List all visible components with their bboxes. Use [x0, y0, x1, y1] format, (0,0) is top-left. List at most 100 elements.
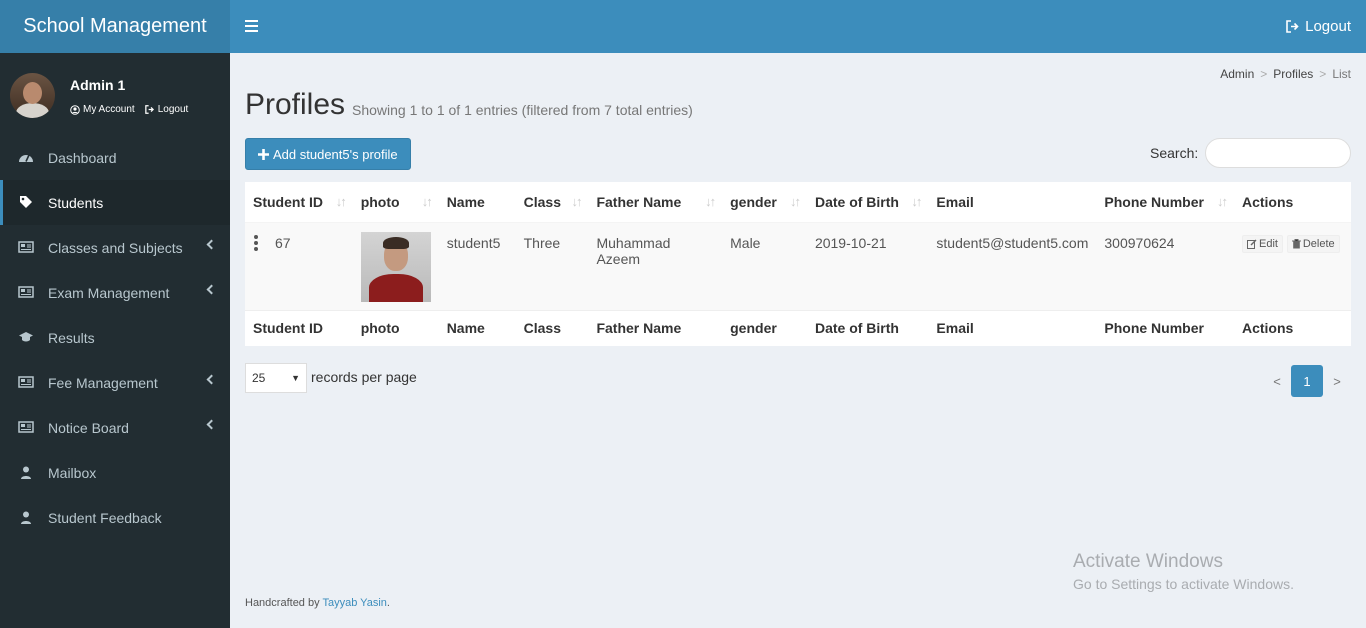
- sidebar-logout-link[interactable]: Logout: [144, 104, 188, 115]
- col-header-father-name[interactable]: Father Name ↓↑: [588, 182, 722, 222]
- newspaper-icon: [18, 420, 34, 434]
- breadcrumb-list: List: [1332, 67, 1351, 81]
- page-subtitle: Showing 1 to 1 of 1 entries (filtered fr…: [352, 102, 693, 118]
- sort-icon: ↓↑: [1216, 194, 1228, 209]
- edit-button[interactable]: Edit: [1241, 234, 1283, 253]
- foot-gender: gender: [722, 309, 807, 346]
- foot-actions: Actions: [1233, 309, 1351, 346]
- user-icon: [18, 510, 34, 524]
- add-profile-label: Add student5's profile: [273, 146, 398, 162]
- table-header-row: Student ID ↓↑ photo ↓↑ Name Class ↓↑ Father…: [245, 182, 1351, 222]
- col-header-gender[interactable]: gender ↓↑: [722, 182, 807, 222]
- footer-prefix: Handcrafted by: [245, 597, 320, 609]
- breadcrumb-separator: >: [1319, 67, 1327, 81]
- menu-toggle-icon[interactable]: [245, 20, 258, 32]
- top-navbar: Logout: [230, 0, 1366, 53]
- newspaper-icon: [18, 240, 34, 254]
- activate-windows-title: Activate Windows: [1073, 551, 1223, 572]
- sidebar-item-notice-board[interactable]: Notice Board: [0, 405, 230, 450]
- col-header-dob[interactable]: Date of Birth ↓↑: [807, 182, 928, 222]
- sidebar-item-dashboard[interactable]: Dashboard: [0, 135, 230, 180]
- app-logo[interactable]: School Management: [0, 0, 230, 53]
- delete-button[interactable]: Delete: [1286, 234, 1340, 253]
- edit-label: Edit: [1258, 237, 1278, 250]
- drag-handle-icon[interactable]: [254, 234, 259, 253]
- sidebar-item-label: Dashboard: [48, 149, 117, 166]
- pagination-prev[interactable]: <: [1263, 365, 1291, 397]
- records-per-page-label: records per page: [311, 369, 417, 385]
- sidebar-item-results[interactable]: Results: [0, 315, 230, 360]
- col-header-student-id[interactable]: Student ID ↓↑: [245, 182, 353, 222]
- cell-gender: Male: [730, 234, 761, 251]
- cell-dob: 2019-10-21: [814, 234, 887, 251]
- sort-icon: ↓↑: [911, 194, 922, 209]
- user-panel: Admin 1 My Account Logout: [0, 53, 230, 135]
- cell-actions: Edit Delete: [1234, 222, 1351, 310]
- sidebar-item-label: Mailbox: [48, 464, 97, 481]
- edit-icon: [1246, 239, 1257, 249]
- sidebar-item-students[interactable]: Students: [0, 180, 230, 225]
- graduation-cap-icon: [18, 330, 34, 344]
- user-links: My Account Logout: [70, 104, 188, 115]
- activate-windows-subtitle: Go to Settings to activate Windows.: [1073, 576, 1294, 592]
- foot-father-name: Father Name: [588, 309, 723, 346]
- page-title: Profiles: [245, 88, 346, 121]
- foot-phone: Phone Number: [1096, 309, 1234, 346]
- footer-author-link[interactable]: Tayyab Yasin: [322, 597, 386, 609]
- cell-email: student5@student5.com: [936, 234, 1089, 251]
- sign-out-icon: [1286, 20, 1299, 33]
- sidebar-item-label: Exam Management: [48, 284, 170, 301]
- breadcrumb-admin[interactable]: Admin: [1220, 67, 1254, 81]
- trash-icon: [1291, 238, 1301, 248]
- cell-phone: 300970624: [1104, 234, 1175, 251]
- foot-student-id: Student ID: [245, 309, 353, 346]
- header-logout-button[interactable]: Logout: [1286, 18, 1351, 35]
- user-circle-icon: [70, 104, 80, 115]
- sidebar-item-mailbox[interactable]: Mailbox: [0, 450, 230, 495]
- cell-student-id: 67: [245, 222, 353, 310]
- user-name: Admin 1: [70, 77, 126, 93]
- breadcrumb-profiles[interactable]: Profiles: [1273, 67, 1313, 81]
- sidebar-item-classes-and-subjects[interactable]: Classes and Subjects: [0, 225, 230, 270]
- chevron-left-icon: [206, 419, 217, 430]
- newspaper-icon: [18, 375, 34, 389]
- dashboard-icon: [18, 150, 34, 164]
- sidebar-item-student-feedback[interactable]: Student Feedback: [0, 495, 230, 540]
- table-row: 67 student5 Three Muhammad Azeem Male 20…: [245, 222, 1351, 310]
- sidebar-item-label: Fee Management: [48, 374, 158, 391]
- table-footer-row: Student ID photo Name Class Father Name …: [245, 309, 1351, 346]
- sidebar-item-label: Results: [48, 329, 95, 346]
- sidebar-item-exam-management[interactable]: Exam Management: [0, 270, 230, 315]
- pagination-next[interactable]: >: [1323, 365, 1351, 397]
- sidebar-item-label: Notice Board: [48, 419, 129, 436]
- pagination-page-1[interactable]: 1: [1291, 365, 1323, 397]
- footer-suffix: .: [386, 597, 390, 609]
- sidebar-menu: Dashboard Students Classes and Subjects …: [0, 135, 230, 540]
- newspaper-icon: [18, 285, 34, 299]
- records-per-page-select[interactable]: 25 ▼: [245, 363, 307, 393]
- foot-class: Class: [515, 309, 589, 346]
- chevron-left-icon: [206, 374, 217, 385]
- add-profile-button[interactable]: Add student5's profile: [245, 138, 411, 170]
- sidebar-item-fee-management[interactable]: Fee Management: [0, 360, 230, 405]
- sidebar-item-label: Students: [48, 194, 104, 211]
- col-header-photo[interactable]: photo ↓↑: [353, 182, 439, 222]
- search-label: Search:: [1150, 145, 1199, 161]
- my-account-label: My Account: [83, 104, 135, 115]
- search-input[interactable]: [1205, 138, 1351, 168]
- cell-father-name: Muhammad Azeem: [596, 234, 671, 267]
- delete-label: Delete: [1302, 237, 1335, 250]
- avatar: [10, 73, 55, 118]
- col-header-class[interactable]: Class ↓↑: [516, 182, 589, 222]
- col-header-email: Email: [936, 193, 974, 210]
- tag-icon: [18, 195, 34, 209]
- sign-out-icon: [144, 105, 154, 114]
- sort-icon: ↓↑: [705, 194, 716, 209]
- my-account-link[interactable]: My Account: [70, 104, 135, 115]
- sidebar: Admin 1 My Account Logout Dashboard Stud…: [0, 53, 230, 628]
- records-per-page-value: 25: [252, 371, 266, 385]
- sidebar-item-label: Classes and Subjects: [48, 239, 183, 256]
- col-header-name: Name: [446, 193, 485, 210]
- col-header-phone[interactable]: Phone Number ↓↑: [1096, 182, 1234, 222]
- cell-class: Three: [523, 234, 561, 251]
